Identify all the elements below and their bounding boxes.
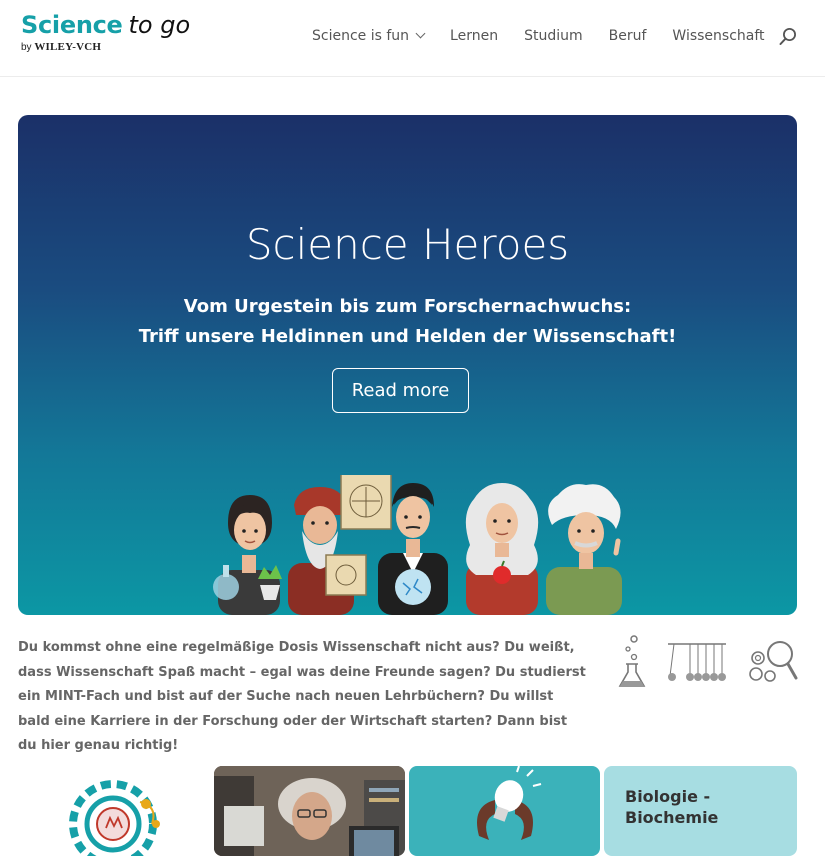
tile-title-line-2: Biochemie xyxy=(625,808,719,827)
site-header: Science to go by WILEY-VCH Science is fun… xyxy=(0,0,825,77)
category-tile-2[interactable] xyxy=(214,766,405,856)
search-icon[interactable] xyxy=(778,27,798,47)
logo-byline: by WILEY-VCH xyxy=(21,41,190,53)
nav-item-studium[interactable]: Studium xyxy=(524,28,583,44)
science-heroes-illustration xyxy=(213,475,622,615)
read-more-button[interactable]: Read more xyxy=(332,368,469,413)
category-tile-1[interactable] xyxy=(18,766,206,856)
intro-icon-row xyxy=(618,635,798,687)
logo-wordmark: Science to go xyxy=(21,10,190,40)
category-tile-biologie[interactable]: Biologie - Biochemie xyxy=(604,766,797,856)
hero-figure-leonardo xyxy=(288,475,392,615)
logo-secondary: to go xyxy=(128,11,191,39)
nav-item-label: Science is fun xyxy=(312,28,410,44)
hero-title: Science Heroes xyxy=(245,220,570,269)
main-nav: Science is fun Lernen Studium Beruf Wiss… xyxy=(312,28,765,44)
logo-primary: Science xyxy=(21,11,123,39)
hero-figure-einstein xyxy=(546,484,622,615)
nav-item-label: Beruf xyxy=(608,28,647,44)
chevron-down-icon xyxy=(415,28,426,39)
logo-publisher: WILEY-VCH xyxy=(34,41,102,53)
intro-text: Du kommst ohne eine regelmäßige Dosis Wi… xyxy=(18,640,586,753)
nav-item-label: Wissenschaft xyxy=(672,28,765,44)
hero-subtitle-line-2: Triff unsere Heldinnen und Helden der Wi… xyxy=(138,326,677,347)
gear-molecule-icon xyxy=(69,780,160,856)
tile-title: Biologie - Biochemie xyxy=(625,786,718,828)
flask-icon xyxy=(618,635,646,687)
nav-item-lernen[interactable]: Lernen xyxy=(450,28,498,44)
nav-item-wissenschaft[interactable]: Wissenschaft xyxy=(672,28,764,44)
hero-figure-curie xyxy=(213,495,282,615)
nav-item-beruf[interactable]: Beruf xyxy=(609,28,647,44)
nav-item-label: Lernen xyxy=(450,28,499,44)
tile-title-line-1: Biologie - xyxy=(625,787,711,806)
nav-item-label: Studium xyxy=(524,28,583,44)
logo-by: by xyxy=(21,42,32,53)
hero-subtitle-line-1: Vom Urgestein bis zum Forschernachwuchs: xyxy=(183,296,632,317)
hero-figure-newton xyxy=(465,483,539,615)
hero-banner: Science Heroes Vom Urgestein bis zum For… xyxy=(18,115,797,615)
lightbulb-icon xyxy=(477,766,542,840)
newtons-cradle-icon xyxy=(668,643,726,681)
scientist-photo xyxy=(214,766,405,856)
site-logo[interactable]: Science to go by WILEY-VCH xyxy=(21,10,190,53)
nav-item-science-is-fun[interactable]: Science is fun xyxy=(312,28,426,44)
category-tile-3[interactable] xyxy=(409,766,600,856)
hero-subtitle: Vom Urgestein bis zum Forschernachwuchs:… xyxy=(18,292,797,352)
gears-magnifier-icon xyxy=(749,641,798,682)
